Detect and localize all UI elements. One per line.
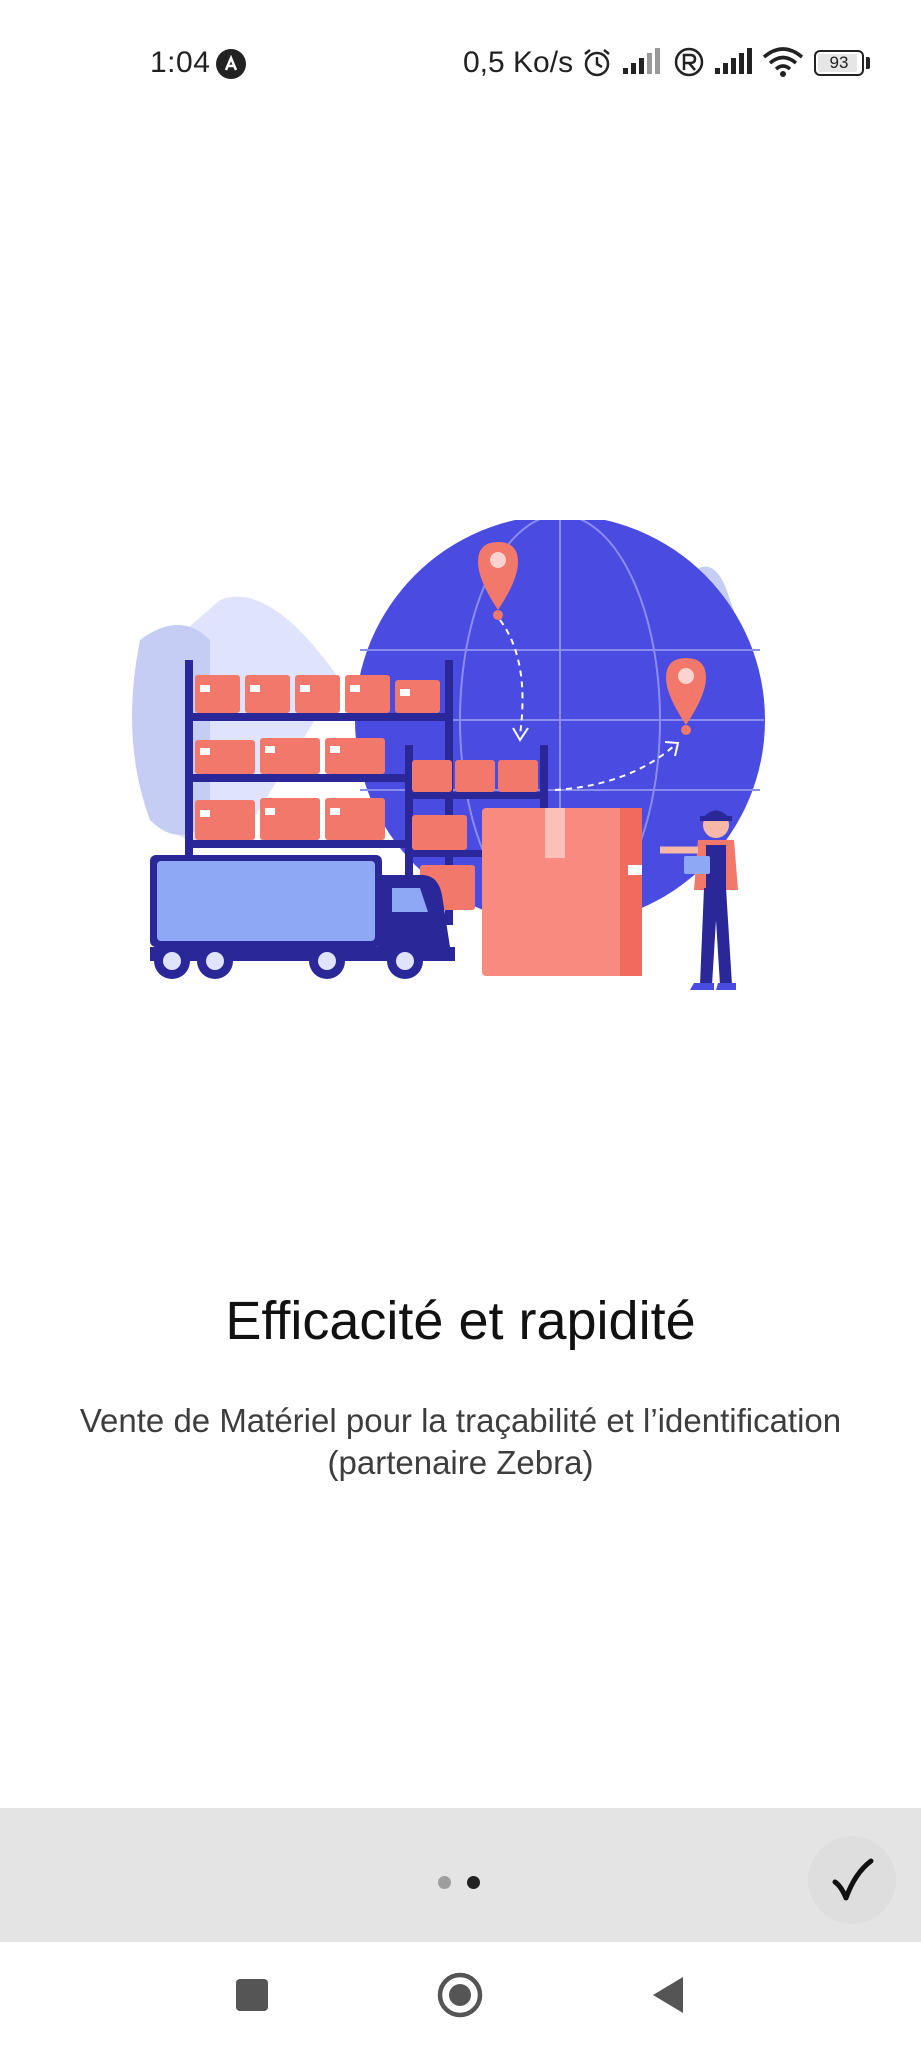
status-time: 1:04 — [150, 46, 211, 79]
onboarding-subtitle: Vente de Matériel pour la traçabilité et… — [79, 1402, 842, 1481]
signal-icon — [714, 46, 756, 81]
warehouse-logistics-illustration — [120, 514, 810, 1000]
status-bar: 1:04 0,5 Ko/s 93 — [0, 0, 921, 130]
alarm-icon — [581, 46, 613, 83]
wifi-icon — [762, 46, 804, 83]
network-speed: 0,5 Ko/s — [463, 46, 574, 79]
onboarding-title: Efficacité et rapidité — [225, 1291, 696, 1351]
app-notification-icon — [216, 49, 246, 79]
roaming-icon — [673, 46, 705, 83]
check-icon — [832, 1858, 874, 1901]
battery-level: 93 — [829, 53, 849, 72]
page-dot-inactive — [438, 1876, 451, 1889]
back-triangle-icon[interactable] — [646, 1972, 692, 2018]
done-button[interactable] — [808, 1836, 896, 1924]
battery-icon: 93 — [814, 50, 864, 76]
battery-tip — [866, 57, 870, 69]
recents-square-icon[interactable] — [229, 1972, 275, 2018]
navigation-bar — [0, 1942, 921, 2048]
onboarding-footer — [0, 1808, 921, 1942]
page-dot-active — [467, 1876, 480, 1889]
signal-icon — [622, 46, 664, 81]
home-circle-icon[interactable] — [435, 1970, 485, 2020]
